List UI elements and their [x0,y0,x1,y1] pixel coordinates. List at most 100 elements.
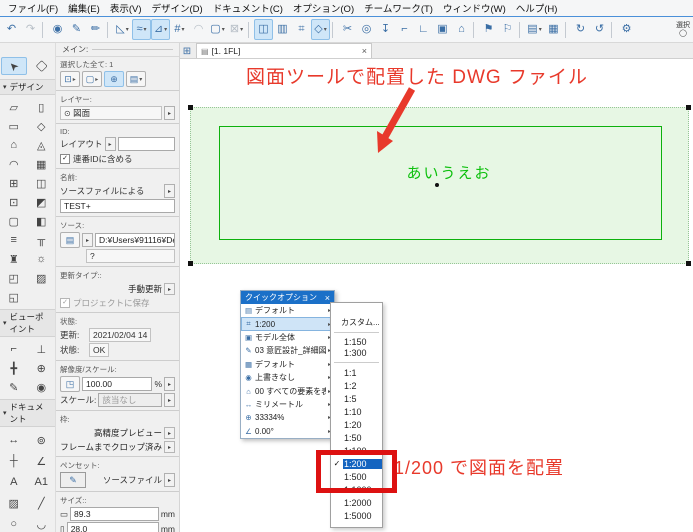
fit-height-icon[interactable]: ↧ [376,19,395,40]
id-input[interactable] [117,137,175,151]
settings-dialog-button[interactable]: ⊡ [60,71,80,87]
menu-item[interactable]: ヘルプ(H) [511,1,563,15]
tab-1fl[interactable]: ▤ [1. 1FL] × [196,43,372,58]
tool-detail[interactable]: ⊕ [28,359,54,377]
tool-camera[interactable]: ◉ [28,378,54,396]
scale-custom-item[interactable]: カスタム... [331,316,382,329]
menu-item[interactable]: 編集(E) [63,1,105,15]
selection-handle[interactable] [686,261,691,266]
scale-menu-item[interactable]: 1:1 [331,366,382,379]
qo-graphic-override[interactable]: ◉ 上書きなし ▸ [241,371,334,384]
tool-level-dimension[interactable]: ┼ [1,451,27,471]
cutaway-3d-icon[interactable]: ◇ [311,19,330,40]
scale-menu-item[interactable]: 1:150 [331,336,382,348]
source-picker-arrow[interactable]: ▸ [82,233,93,247]
qo-pen-set[interactable]: ✎ 03 意匠設計_詳細図 ▸ [241,344,334,357]
tool-curtain-wall[interactable]: ▦ [28,155,54,173]
layer-picker-arrow[interactable]: ▸ [164,106,175,120]
scale-menu-item[interactable]: 1:5000 [331,509,382,522]
update-type-arrow[interactable]: ▸ [164,283,175,295]
size-width-input[interactable]: 89.3 [70,507,159,521]
scale-menu-item[interactable]: 1:5 [331,392,382,405]
menu-item[interactable]: オプション(O) [288,1,359,15]
tool-stair[interactable]: ≡ [1,231,27,249]
tool-skylight[interactable]: ◩ [28,193,54,211]
qo-structure-display[interactable]: ▣ モデル全体 ▸ [241,331,334,344]
qo-zoom[interactable]: ⊕ 33334% ▸ [241,411,334,424]
tool-dimension[interactable]: ↔ [1,430,27,450]
redo-icon[interactable]: ↷ [21,19,40,40]
drawing-type-button[interactable]: ▤ [126,71,146,87]
menu-item[interactable]: ドキュメント(C) [208,1,288,15]
update-type-value[interactable]: 手動更新 ▸ [60,283,175,295]
zoom-select-icon[interactable]: ◎ [357,19,376,40]
grid-snap-icon[interactable]: # [170,19,189,40]
penset-button[interactable]: ✎ [60,472,86,488]
resolution-arrow[interactable]: ▸ [164,377,175,391]
placed-drawing-selection[interactable]: あいうえお [188,105,691,266]
frame-preview-mode[interactable]: 高精度プレビュー ▸ [60,427,175,439]
corner-icon[interactable]: ⌐ [395,19,414,40]
gravity-icon[interactable]: ⊿ [151,19,170,40]
qo-scale[interactable]: ⌗ 1:200 ▸ [241,317,334,331]
qo-dimension-unit[interactable]: ↔ ミリメートル ▸ [241,398,334,411]
tool-furniture[interactable]: ♜ [1,250,27,268]
toolbox-section-document[interactable]: ▾ ドキュメント [0,399,55,427]
tool-polyline[interactable]: ◡ [28,514,54,532]
sync-send-icon[interactable]: ↻ [571,19,590,40]
trace-reference-icon[interactable]: ▥ [273,19,292,40]
trace-switch-icon[interactable]: ⌗ [292,19,311,40]
magic-wand-icon[interactable]: ◠ [189,19,208,40]
tool-column[interactable]: ▯ [28,98,54,116]
scale-menu-item[interactable]: 1:2000 [331,496,382,509]
tool-interior-elevation[interactable]: ╋ [1,359,27,377]
tool-railing[interactable]: ╥ [28,231,54,249]
tool-zone[interactable]: ▨ [28,269,54,287]
flag-icon[interactable]: ⚑ [479,19,498,40]
tool-shell[interactable]: ◠ [1,155,27,173]
frame-preview-arrow[interactable]: ▸ [164,427,175,439]
pan-view-icon[interactable]: ▣ [433,19,452,40]
qo-model-view-options[interactable]: ▦ デフォルト ▸ [241,358,334,371]
home-view-icon[interactable]: ⌂ [452,19,471,40]
tool-morph-panel[interactable]: ◱ [1,288,27,306]
arrow-tool[interactable]: ➤ [0,57,27,75]
toolbox-section-viewpoint[interactable]: ▾ ビューポイント [0,309,55,337]
scale-menu-item[interactable]: 1:20 [331,418,382,431]
menu-item[interactable]: デザイン(D) [146,1,207,15]
tab-overview-icon[interactable]: ⊞ [180,44,194,58]
lock-icon[interactable]: ⊠ [227,19,246,40]
qo-layer-combination[interactable]: ▤ デフォルト ▸ [241,304,334,317]
tool-fill[interactable]: ▨ [1,493,27,513]
scale-menu-item[interactable]: 1:300 [331,348,382,360]
qo-renovation-filter[interactable]: ⌂ 00 すべての要素を表示 ▸ [241,384,334,397]
toolbox-section-design[interactable]: ▾ デザイン [0,79,55,95]
menu-item[interactable]: ウィンドウ(W) [438,1,511,15]
tab-close-icon[interactable]: × [362,46,367,56]
penset-arrow[interactable]: ▸ [164,473,175,487]
tool-mesh[interactable]: ◬ [28,136,54,154]
qo-orientation[interactable]: ∠ 0.00° ▸ [241,425,334,438]
tool-wall[interactable]: ▱ [1,98,27,116]
scale-menu-item[interactable]: 1:10 [331,405,382,418]
tool-morph[interactable]: ◰ [1,269,27,287]
tool-text[interactable]: A [1,472,27,492]
eyedropper-icon[interactable]: ✎ [67,19,86,40]
tool-line[interactable]: ╱ [28,493,54,513]
tool-grid-element[interactable]: ⊞ [1,174,27,192]
tool-radial-dimension[interactable]: ⊚ [28,430,54,450]
resolution-input[interactable]: 100.00 [82,377,153,391]
tool-object[interactable]: ◧ [28,212,54,230]
menu-item[interactable]: チームワーク(T) [359,1,438,15]
name-mode-arrow[interactable]: ▸ [164,184,175,198]
layers-icon[interactable]: ▤ [525,19,544,40]
tool-window[interactable]: ⊡ [1,193,27,211]
pick-parameters-icon[interactable]: ◉ [48,19,67,40]
tool-lamp[interactable]: ☼ [28,250,54,268]
selection-handle[interactable] [188,261,193,266]
sequential-id-checkbox[interactable]: ✓ 連番IDに含める [60,153,175,165]
syringe-icon[interactable]: ✏ [86,19,105,40]
frame-crop-mode[interactable]: フレームまでクロップ済み ▸ [60,441,175,453]
drawing-canvas[interactable]: あいうえお 図面ツールで配置した DWG ファイル クイックオプション × ▤ … [180,59,693,532]
tool-beam[interactable]: ▭ [1,117,27,135]
